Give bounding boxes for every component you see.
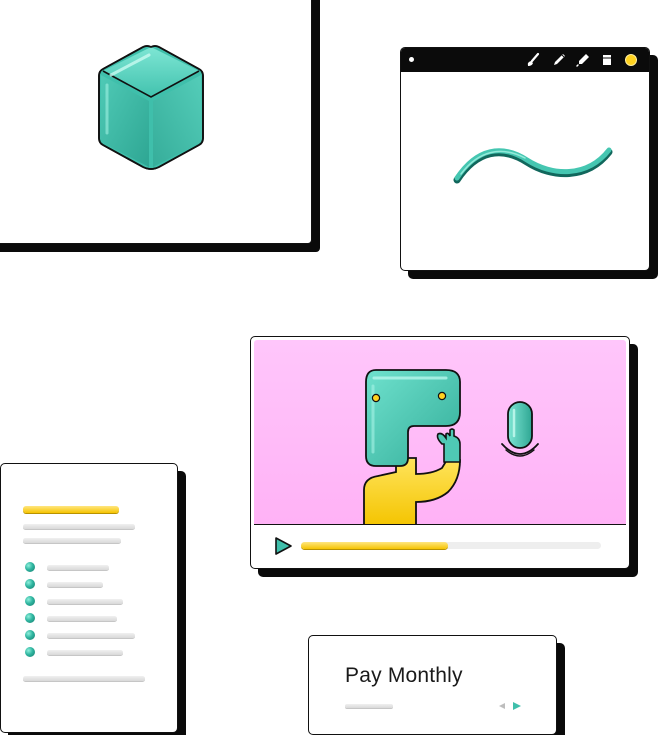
- doc-text-line: [23, 538, 121, 543]
- bullet-icon: [25, 630, 35, 640]
- doc-list-line: [47, 599, 123, 604]
- drawing-toolbar: [401, 48, 649, 72]
- cube-icon: [98, 45, 204, 170]
- eraser-icon[interactable]: [599, 52, 615, 68]
- bullet-icon: [25, 647, 35, 657]
- doc-list-line: [47, 633, 135, 638]
- video-stage[interactable]: [254, 340, 626, 525]
- bullet-icon: [25, 579, 35, 589]
- bullet-icon: [25, 596, 35, 606]
- character-illustration: [363, 369, 461, 524]
- bullet-icon: [25, 613, 35, 623]
- video-controls: [251, 525, 629, 568]
- doc-list-line: [47, 582, 103, 587]
- document-card: [0, 463, 178, 733]
- doc-list-line: [47, 565, 109, 570]
- pricing-arrow-icon: [499, 702, 521, 710]
- progress-bar[interactable]: [301, 542, 601, 549]
- drawing-window: [400, 47, 650, 271]
- bullet-icon: [25, 562, 35, 572]
- cube-card: [0, 0, 312, 244]
- microphone-icon: [501, 401, 539, 457]
- doc-footer-line: [23, 676, 145, 681]
- progress-fill: [301, 542, 448, 549]
- pen-icon[interactable]: [551, 52, 567, 68]
- color-swatch-icon[interactable]: [623, 52, 639, 68]
- drawn-stroke: [453, 147, 613, 184]
- pricing-title: Pay Monthly: [345, 664, 463, 687]
- brush-icon[interactable]: [525, 52, 541, 68]
- pricing-detail-line: [345, 704, 393, 708]
- video-player: [250, 336, 630, 569]
- pricing-card[interactable]: Pay Monthly: [308, 635, 557, 735]
- doc-text-line: [23, 524, 135, 529]
- window-dot-icon: [409, 57, 414, 62]
- doc-list-line: [47, 650, 123, 655]
- play-icon[interactable]: [273, 536, 293, 556]
- doc-heading-bar: [23, 506, 119, 513]
- marker-icon[interactable]: [575, 52, 591, 68]
- doc-list-line: [47, 616, 117, 621]
